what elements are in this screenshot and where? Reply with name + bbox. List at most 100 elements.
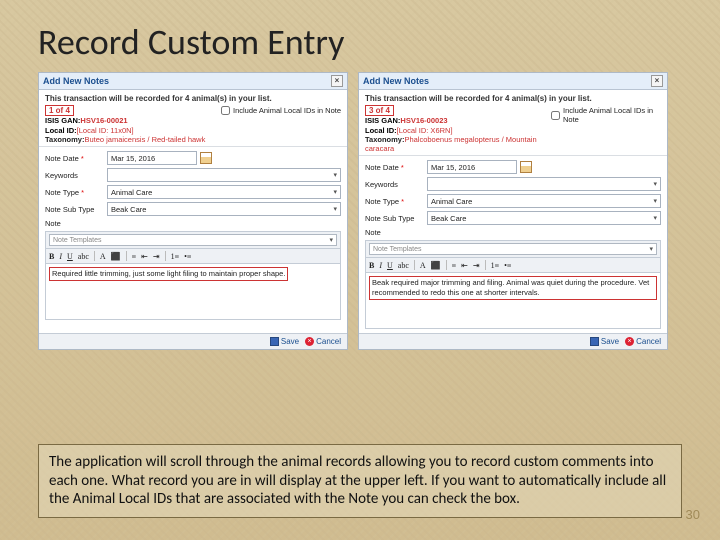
note-type-select[interactable]: Animal Care▾ [107, 185, 341, 199]
align-button[interactable]: ≡ [452, 261, 457, 270]
note-template-select[interactable]: Note Templates▾ [369, 243, 657, 255]
panels-row: Add New Notes × This transaction will be… [0, 72, 720, 350]
ul-button[interactable]: •≡ [504, 261, 511, 270]
keywords-input[interactable]: ▾ [427, 177, 661, 191]
dialog-header: Add New Notes × [39, 73, 347, 90]
note-text: Beak required major trimming and filing.… [369, 276, 657, 300]
note-date-label: Note Date [365, 163, 399, 172]
cancel-button[interactable]: ×Cancel [305, 337, 341, 346]
cancel-icon: × [625, 337, 634, 346]
note-subtype-select[interactable]: Beak Care▾ [427, 211, 661, 225]
gan-label: ISIS GAN: [365, 116, 400, 125]
note-date-input[interactable]: Mar 15, 2016 [427, 160, 517, 174]
form-area: Note Date * Mar 15, 2016 Keywords ▾ Note… [39, 147, 347, 324]
keywords-input[interactable]: ▾ [107, 168, 341, 182]
chevron-down-icon: ▾ [329, 236, 333, 244]
dialog-footer: Save ×Cancel [39, 333, 347, 349]
note-template-select[interactable]: Note Templates▾ [49, 234, 337, 246]
taxonomy-label: Taxonomy: [365, 135, 404, 144]
close-icon[interactable]: × [651, 75, 663, 87]
outdent-button[interactable]: ⇤ [461, 261, 468, 270]
cancel-icon: × [305, 337, 314, 346]
save-icon [270, 337, 279, 346]
note-type-select[interactable]: Animal Care▾ [427, 194, 661, 208]
taxonomy-value: Buteo jamaicensis / Red-tailed hawk [84, 135, 205, 144]
info-banner: This transaction will be recorded for 4 … [359, 90, 667, 156]
gan-value: HSV16-00021 [80, 116, 127, 125]
note-subtype-label: Note Sub Type [45, 205, 107, 214]
editor-format-toolbar: B I U abc A ⬛ ≡ ⇤ ⇥ 1≡ •≡ [365, 258, 661, 273]
ul-button[interactable]: •≡ [184, 252, 191, 261]
include-localids-checkbox[interactable]: Include Animal Local IDs in Note [551, 106, 661, 124]
save-icon [590, 337, 599, 346]
gan-label: ISIS GAN: [45, 116, 80, 125]
note-type-label: Note Type [45, 188, 79, 197]
include-checkbox-input[interactable] [221, 106, 230, 115]
bold-button[interactable]: B [49, 252, 54, 261]
note-label: Note [45, 219, 107, 228]
chevron-down-icon: ▾ [653, 180, 657, 188]
slide-title: Record Custom Entry [0, 0, 720, 72]
save-button[interactable]: Save [270, 337, 299, 346]
form-area: Note Date * Mar 15, 2016 Keywords ▾ Note… [359, 156, 667, 333]
highlight-button[interactable]: ⬛ [431, 261, 441, 270]
indent-button[interactable]: ⇥ [153, 252, 160, 261]
strike-button[interactable]: abc [398, 261, 409, 270]
chevron-down-icon: ▾ [333, 205, 337, 213]
strike-button[interactable]: abc [78, 252, 89, 261]
record-pager: 3 of 4 [365, 105, 394, 116]
highlight-button[interactable]: ⬛ [111, 252, 121, 261]
include-checkbox-input[interactable] [551, 111, 560, 120]
outdent-button[interactable]: ⇤ [141, 252, 148, 261]
localid-value: [Local ID: X6RN] [397, 126, 453, 135]
note-subtype-select[interactable]: Beak Care▾ [107, 202, 341, 216]
dialog-footer: Save ×Cancel [359, 333, 667, 349]
underline-button[interactable]: U [387, 261, 393, 270]
chevron-down-icon: ▾ [653, 197, 657, 205]
include-checkbox-label: Include Animal Local IDs in Note [563, 106, 661, 124]
ol-button[interactable]: 1≡ [491, 261, 500, 270]
font-color-button[interactable]: A [420, 261, 426, 270]
taxonomy-label: Taxonomy: [45, 135, 84, 144]
calendar-icon[interactable] [520, 161, 532, 173]
page-number: 30 [686, 507, 700, 522]
close-icon[interactable]: × [331, 75, 343, 87]
keywords-label: Keywords [365, 180, 427, 189]
keywords-label: Keywords [45, 171, 107, 180]
gan-value: HSV16-00023 [400, 116, 447, 125]
editor-template-bar: Note Templates▾ [365, 240, 661, 258]
slide-caption: The application will scroll through the … [38, 444, 682, 518]
note-editor[interactable]: Required little trimming, just some ligh… [45, 264, 341, 320]
banner-message: This transaction will be recorded for 4 … [365, 94, 661, 103]
editor-template-bar: Note Templates▾ [45, 231, 341, 249]
underline-button[interactable]: U [67, 252, 73, 261]
indent-button[interactable]: ⇥ [473, 261, 480, 270]
editor-format-toolbar: B I U abc A ⬛ ≡ ⇤ ⇥ 1≡ •≡ [45, 249, 341, 264]
ol-button[interactable]: 1≡ [171, 252, 180, 261]
note-date-input[interactable]: Mar 15, 2016 [107, 151, 197, 165]
dialog-header: Add New Notes × [359, 73, 667, 90]
dialog-left: Add New Notes × This transaction will be… [38, 72, 348, 350]
italic-button[interactable]: I [379, 261, 382, 270]
cancel-button[interactable]: ×Cancel [625, 337, 661, 346]
bold-button[interactable]: B [369, 261, 374, 270]
chevron-down-icon: ▾ [649, 245, 653, 253]
note-date-label: Note Date [45, 154, 79, 163]
chevron-down-icon: ▾ [333, 188, 337, 196]
note-subtype-label: Note Sub Type [365, 214, 427, 223]
note-text: Required little trimming, just some ligh… [49, 267, 288, 281]
chevron-down-icon: ▾ [333, 171, 337, 179]
note-editor[interactable]: Beak required major trimming and filing.… [365, 273, 661, 329]
calendar-icon[interactable] [200, 152, 212, 164]
banner-message: This transaction will be recorded for 4 … [45, 94, 341, 103]
font-color-button[interactable]: A [100, 252, 106, 261]
include-localids-checkbox[interactable]: Include Animal Local IDs in Note [221, 106, 341, 115]
align-button[interactable]: ≡ [132, 252, 137, 261]
dialog-right: Add New Notes × This transaction will be… [358, 72, 668, 350]
note-type-label: Note Type [365, 197, 399, 206]
include-checkbox-label: Include Animal Local IDs in Note [233, 106, 341, 115]
italic-button[interactable]: I [59, 252, 62, 261]
save-button[interactable]: Save [590, 337, 619, 346]
chevron-down-icon: ▾ [653, 214, 657, 222]
dialog-title: Add New Notes [363, 76, 429, 86]
